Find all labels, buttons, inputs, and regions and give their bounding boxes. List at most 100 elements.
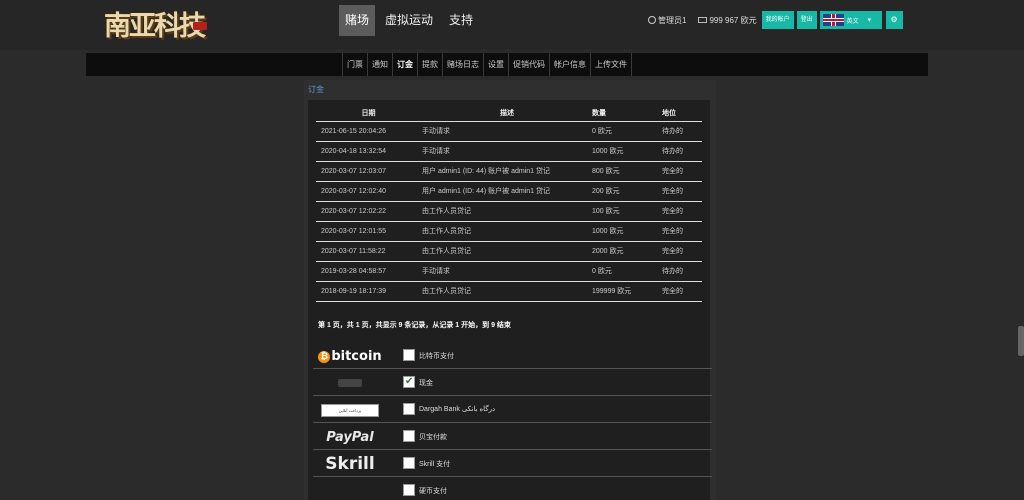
cell-date: 2020-03-07 11:58:22	[316, 241, 416, 262]
nav-virtual-sports[interactable]: 虚拟运动	[379, 5, 439, 36]
cell-description: 由工作人员贷记	[416, 241, 592, 262]
bitcoin-checkbox[interactable]	[403, 349, 415, 361]
cash-logo	[317, 373, 383, 393]
scrollbar[interactable]	[1018, 326, 1024, 356]
cell-status: 完全的	[662, 221, 702, 242]
top-header: 南亚科技 赌场 虚拟运动 支持 管理员1 999 967 欧元 我的帐户 登出 …	[0, 0, 1024, 50]
table-header-row: 日期 描述 数量 地位	[316, 105, 702, 122]
gear-icon[interactable]: ⚙	[885, 11, 903, 29]
header-amount[interactable]: 数量	[592, 105, 662, 122]
deposit-table: 日期 描述 数量 地位 2021-06-15 20:04:26 手动请求 0 欧…	[316, 105, 702, 302]
subnav-account-info[interactable]: 帐户信息	[550, 53, 591, 76]
subnav-withdraw[interactable]: 提款	[418, 53, 443, 76]
payment-label: 比特币支付	[419, 353, 454, 360]
cell-date: 2018-09-19 18:17:39	[316, 281, 416, 302]
subnav-promo-code[interactable]: 促销代码	[509, 53, 550, 76]
paypal-checkbox[interactable]	[403, 430, 415, 442]
header-date[interactable]: 日期	[316, 105, 416, 122]
cell-description: 由工作人员贷记	[416, 281, 592, 302]
paypal-logo-text: PayPal	[326, 429, 374, 445]
payment-row-dargah: پرداخت آنلاین Dargah Bank درگاه بانکی	[313, 397, 712, 423]
payment-row-cash: 现金	[313, 370, 712, 396]
header-status[interactable]: 地位	[662, 105, 702, 122]
coin-checkbox[interactable]	[403, 484, 415, 496]
user-box: 管理员1 999 967 欧元 我的帐户 登出 英文 ▾ ⚙	[648, 11, 903, 29]
skrill-checkbox[interactable]	[403, 457, 415, 469]
main-nav: 赌场 虚拟运动 支持	[339, 5, 483, 36]
table-row: 2020-03-07 12:02:40 用户 admin1 (ID: 44) 账…	[316, 181, 702, 202]
uk-flag-icon	[822, 14, 844, 26]
main-content: 订金 日期 描述 数量 地位 2021-06-15 20:04:26 手动请求 …	[304, 80, 716, 500]
subnav-notifications[interactable]: 通知	[368, 53, 393, 76]
payment-label: Skrill 支付	[419, 461, 451, 468]
dargah-checkbox[interactable]	[403, 403, 415, 415]
subnav-upload-files[interactable]: 上传文件	[591, 53, 632, 76]
money-icon	[698, 17, 708, 23]
breadcrumb[interactable]: 订金	[308, 84, 324, 95]
cash-icon	[338, 379, 362, 387]
logout-button[interactable]: 登出	[796, 11, 817, 29]
cell-amount: 199999 欧元	[592, 281, 662, 302]
language-label: 英文	[846, 18, 859, 25]
cell-amount: 100 欧元	[592, 201, 662, 222]
chevron-down-icon: ▾	[867, 17, 872, 24]
balance: 999 967 欧元	[709, 15, 757, 25]
payment-row-skrill: Skrill Skrill 支付	[313, 451, 712, 477]
payment-row-paypal: PayPal 贝宝付款	[313, 424, 712, 450]
cell-date: 2020-03-07 12:01:55	[316, 221, 416, 242]
table-row: 2019-03-28 04:58:57 手动请求 0 欧元 待办的	[316, 261, 702, 282]
cell-date: 2020-03-07 12:02:40	[316, 181, 416, 202]
pagination-info: 第 1 页，共 1 页，共显示 9 条记录，从记录 1 开始，到 9 结束	[318, 322, 511, 329]
payment-row-coin: 硬币支付	[313, 478, 712, 500]
cell-status: 完全的	[662, 281, 702, 302]
table-row: 2020-03-07 11:58:22 由工作人员贷记 2000 欧元 完全的	[316, 241, 702, 262]
payment-row-bitcoin: ₿ bitcoin 比特币支付	[313, 343, 712, 369]
dargah-bank-icon: پرداخت آنلاین	[321, 403, 379, 417]
cell-status: 完全的	[662, 241, 702, 262]
cell-description: 由工作人员贷记	[416, 221, 592, 242]
site-logo[interactable]: 南亚科技	[104, 8, 212, 46]
cell-amount: 200 欧元	[592, 181, 662, 202]
cell-status: 待办的	[662, 261, 702, 282]
cell-status: 待办的	[662, 121, 702, 142]
cash-checkbox[interactable]	[403, 376, 415, 388]
username[interactable]: 管理员1	[658, 15, 686, 26]
subnav-deposit[interactable]: 订金	[393, 53, 418, 76]
dargah-bank-logo: پرداخت آنلاین	[317, 400, 383, 420]
subnav-casino-log[interactable]: 赌场日志	[443, 53, 484, 76]
my-account-button[interactable]: 我的帐户	[761, 11, 794, 29]
table-row: 2020-03-07 12:01:55 由工作人员贷记 1000 欧元 完全的	[316, 221, 702, 242]
header-description[interactable]: 描述	[416, 105, 592, 122]
table-row: 2020-03-07 12:02:22 由工作人员贷记 100 欧元 完全的	[316, 201, 702, 222]
cell-status: 完全的	[662, 201, 702, 222]
cell-status: 待办的	[662, 141, 702, 162]
payment-label: 硬币支付	[419, 488, 447, 495]
payment-label: Dargah Bank درگاه بانکی	[419, 406, 496, 413]
nav-casino[interactable]: 赌场	[339, 5, 376, 36]
cell-date: 2020-04-18 13:32:54	[316, 141, 416, 162]
table-row: 2020-04-18 13:32:54 手动请求 1000 欧元 待办的	[316, 141, 702, 162]
cell-description: 由工作人员贷记	[416, 201, 592, 222]
table-row: 2018-09-19 18:17:39 由工作人员贷记 199999 欧元 完全…	[316, 281, 702, 302]
table-row: 2021-06-15 20:04:26 手动请求 0 欧元 待办的	[316, 121, 702, 142]
cell-amount: 2000 欧元	[592, 241, 662, 262]
cell-amount: 0 欧元	[592, 261, 662, 282]
cell-amount: 1000 欧元	[592, 221, 662, 242]
subnav-tickets[interactable]: 门票	[342, 53, 368, 76]
cell-description: 手动请求	[416, 141, 592, 162]
table-row: 2020-03-07 12:03:07 用户 admin1 (ID: 44) 账…	[316, 161, 702, 182]
skrill-logo-text: Skrill	[325, 454, 375, 474]
bitcoin-logo: ₿ bitcoin	[317, 346, 383, 366]
bitcoin-icon: ₿	[318, 350, 331, 363]
cell-amount: 800 欧元	[592, 161, 662, 182]
payment-methods-panel: ₿bitcoin 比特币支付 现金 پرداخت آنلاین Dargah B…	[308, 343, 712, 500]
account-subnav: 门票 通知 订金 提款 赌场日志 设置 促销代码 帐户信息 上传文件	[86, 53, 928, 76]
cell-description: 用户 admin1 (ID: 44) 账户被 admin1 贷记	[416, 161, 592, 182]
language-select[interactable]: 英文 ▾	[819, 11, 882, 29]
cell-date: 2019-03-28 04:58:57	[316, 261, 416, 282]
user-icon	[648, 16, 656, 24]
logo-tag	[193, 22, 207, 30]
nav-support[interactable]: 支持	[443, 5, 479, 36]
subnav-settings[interactable]: 设置	[484, 53, 509, 76]
cell-description: 手动请求	[416, 261, 592, 282]
